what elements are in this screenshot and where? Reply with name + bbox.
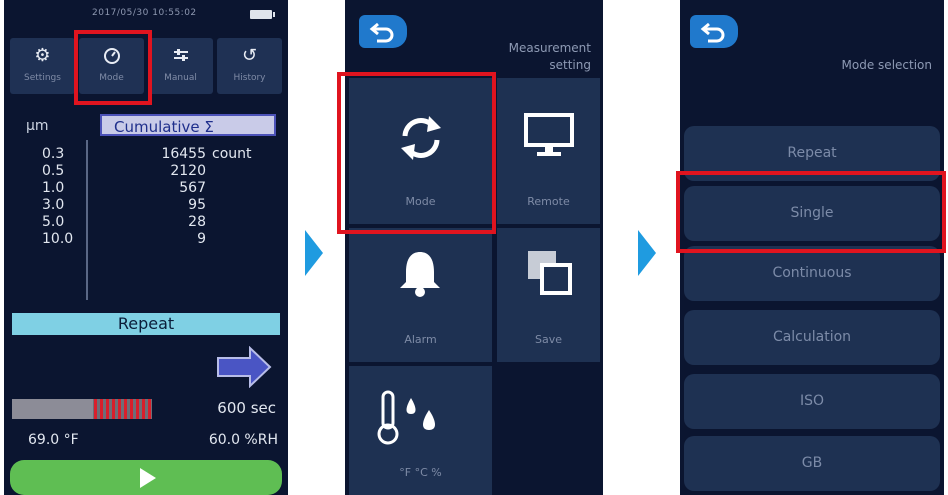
table-row: 0.3 16455 count bbox=[4, 146, 288, 162]
particle-count: 16455 bbox=[161, 146, 206, 162]
gauge-icon bbox=[79, 45, 144, 67]
back-arrow-icon bbox=[369, 22, 394, 43]
flow-arrow bbox=[638, 230, 656, 276]
thermometer-drops-icon bbox=[377, 390, 435, 445]
mode-option-iso[interactable]: ISO bbox=[684, 374, 940, 429]
measurement-setting-screen: Measurement setting Mode Remote Alarm Sa… bbox=[345, 0, 603, 495]
top-tab-bar: ⚙ Settings Mode Manual ↺ History bbox=[10, 38, 282, 94]
particle-count: 2120 bbox=[170, 163, 206, 179]
cumulative-selector[interactable]: Cumulative Σ bbox=[100, 114, 276, 136]
tile-label: Remote bbox=[527, 195, 570, 208]
remote-tile[interactable]: Remote bbox=[497, 78, 600, 224]
count-unit: count bbox=[212, 146, 252, 162]
arrow-right-icon bbox=[217, 345, 272, 389]
tab-history[interactable]: ↺ History bbox=[217, 38, 282, 94]
tile-label: Save bbox=[534, 333, 562, 346]
battery-icon bbox=[250, 10, 275, 19]
back-arrow-icon bbox=[700, 22, 725, 43]
particle-count: 28 bbox=[188, 214, 206, 230]
mode-option-repeat[interactable]: Repeat bbox=[684, 126, 940, 181]
progress-fill bbox=[12, 399, 94, 419]
tile-label: Alarm bbox=[404, 333, 437, 346]
save-tile[interactable]: Save bbox=[497, 228, 600, 362]
tab-manual[interactable]: Manual bbox=[148, 38, 213, 94]
history-icon: ↺ bbox=[241, 45, 258, 66]
tab-label: History bbox=[233, 73, 266, 83]
tab-label: Manual bbox=[164, 73, 197, 83]
tile-label: °F °C % bbox=[399, 466, 442, 479]
table-row: 0.5 2120 bbox=[4, 163, 288, 179]
mode-option-calculation[interactable]: Calculation bbox=[684, 310, 940, 365]
particle-size: 3.0 bbox=[42, 197, 65, 213]
page-title: Measurement setting bbox=[441, 40, 591, 74]
monitor-icon bbox=[524, 113, 574, 156]
particle-size: 0.3 bbox=[42, 146, 65, 162]
tab-mode[interactable]: Mode bbox=[79, 38, 144, 94]
unit-label: µm bbox=[26, 118, 49, 134]
table-row: 3.0 95 bbox=[4, 197, 288, 213]
particle-count: 9 bbox=[197, 231, 206, 247]
sliders-icon bbox=[148, 45, 213, 67]
table-row: 10.0 9 bbox=[4, 231, 288, 247]
page-title: Mode selection bbox=[841, 58, 932, 72]
status-bar: 2017/05/30 10:55:02 bbox=[4, 0, 288, 30]
back-button[interactable] bbox=[359, 15, 407, 48]
particle-count: 95 bbox=[188, 197, 206, 213]
alarm-tile[interactable]: Alarm bbox=[349, 228, 492, 362]
title-line: Measurement bbox=[508, 41, 591, 55]
humidity-readout: 60.0 %RH bbox=[208, 432, 278, 448]
mode-option-gb[interactable]: GB bbox=[684, 436, 940, 491]
temperature-readout: 69.0 °F bbox=[28, 432, 79, 448]
back-button[interactable] bbox=[690, 15, 738, 48]
mode-option-single[interactable]: Single bbox=[684, 186, 940, 241]
tab-settings[interactable]: ⚙ Settings bbox=[10, 38, 75, 94]
table-row: 1.0 567 bbox=[4, 180, 288, 196]
refresh-icon bbox=[401, 116, 441, 160]
particle-size: 0.5 bbox=[42, 163, 65, 179]
sample-time: 600 sec bbox=[217, 399, 276, 417]
mode-option-continuous[interactable]: Continuous bbox=[684, 246, 940, 301]
gear-icon: ⚙ bbox=[34, 45, 51, 66]
particle-size: 5.0 bbox=[42, 214, 65, 230]
mode-selection-screen: Mode selection Repeat Single Continuous … bbox=[680, 0, 944, 495]
mode-tile[interactable]: Mode bbox=[349, 78, 492, 224]
tab-label: Settings bbox=[24, 73, 61, 83]
next-button[interactable] bbox=[216, 345, 272, 389]
play-icon bbox=[140, 468, 156, 488]
title-line: setting bbox=[549, 58, 591, 72]
main-measurement-screen: 2017/05/30 10:55:02 ⚙ Settings Mode Manu… bbox=[4, 0, 288, 495]
start-button[interactable] bbox=[10, 460, 282, 495]
unit-row: µm Cumulative Σ bbox=[8, 114, 284, 138]
particle-size: 10.0 bbox=[42, 231, 74, 247]
measurement-progress-bar bbox=[12, 399, 152, 419]
particle-size: 1.0 bbox=[42, 180, 65, 196]
bell-icon bbox=[400, 252, 440, 297]
particle-count: 567 bbox=[179, 180, 206, 196]
flow-arrow bbox=[305, 230, 323, 276]
tile-label: Mode bbox=[405, 195, 436, 208]
table-row: 5.0 28 bbox=[4, 214, 288, 230]
copy-icon bbox=[528, 251, 572, 295]
datetime-readout: 2017/05/30 10:55:02 bbox=[92, 8, 197, 18]
environment-tile[interactable]: °F °C % bbox=[349, 366, 492, 495]
tab-label: Mode bbox=[99, 73, 124, 83]
mode-indicator[interactable]: Repeat bbox=[12, 313, 280, 335]
progress-stripes bbox=[94, 399, 152, 419]
